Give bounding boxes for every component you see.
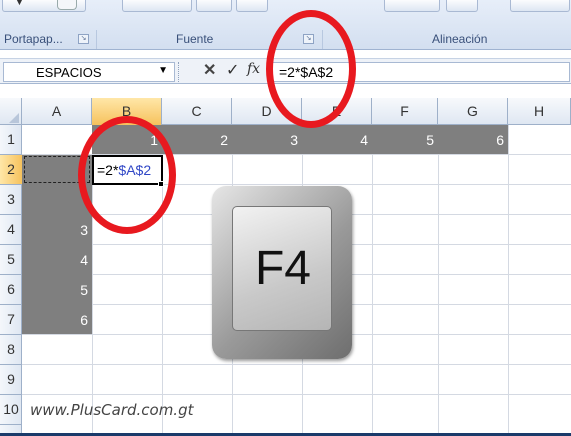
- enter-icon[interactable]: ✓: [226, 60, 239, 80]
- font-combo[interactable]: [122, 0, 192, 12]
- format-painter-icon[interactable]: [57, 0, 77, 10]
- insert-function-icon[interactable]: fx: [247, 61, 260, 77]
- name-box[interactable]: ESPACIOS ▼: [3, 62, 175, 82]
- row-header-1[interactable]: 1: [0, 125, 22, 155]
- row-header-5[interactable]: 5: [0, 245, 22, 275]
- orientation-button[interactable]: [446, 0, 478, 12]
- row-header-9[interactable]: 9: [0, 365, 22, 395]
- cell-g1[interactable]: 6: [438, 125, 508, 155]
- wrap-text-button[interactable]: [510, 0, 570, 12]
- row-header-8[interactable]: 8: [0, 335, 22, 365]
- gridline: [372, 125, 373, 436]
- cancel-icon[interactable]: ✕: [203, 60, 216, 80]
- chevron-down-icon[interactable]: ▼: [158, 65, 168, 76]
- row-header-4[interactable]: 4: [0, 215, 22, 245]
- excel-window: ▼ Portapap... ↘ Fuente ↘ Alineación ESPA…: [0, 0, 571, 436]
- cell-a6[interactable]: 5: [22, 275, 92, 305]
- row-header-10[interactable]: 10: [0, 395, 22, 425]
- gridline: [438, 125, 439, 436]
- f4-key-graphic: F4: [212, 186, 352, 359]
- clipboard-controls[interactable]: ▼: [2, 0, 86, 12]
- highlight-circle-cell: [78, 116, 176, 234]
- gridline: [508, 125, 509, 436]
- select-all-button[interactable]: [0, 98, 22, 125]
- grow-font-button[interactable]: [236, 0, 268, 12]
- select-all-icon: [9, 113, 19, 123]
- column-header-h[interactable]: H: [508, 98, 571, 125]
- column-header-g[interactable]: G: [438, 98, 508, 125]
- gridline: [22, 364, 571, 365]
- f4-key-face: F4: [232, 206, 332, 331]
- row-header-2[interactable]: 2: [0, 155, 22, 185]
- column-header-c[interactable]: C: [162, 98, 232, 125]
- cell-c1[interactable]: 2: [162, 125, 232, 155]
- font-size-combo[interactable]: [196, 0, 232, 12]
- group-label-font: Fuente: [176, 32, 214, 46]
- row-header-3[interactable]: 3: [0, 185, 22, 215]
- group-label-alignment: Alineación: [432, 32, 488, 46]
- group-label-clipboard: Portapap...: [4, 32, 63, 46]
- dropdown-arrow-icon[interactable]: ▼: [15, 0, 24, 7]
- column-header-a[interactable]: A: [22, 98, 92, 125]
- gridline: [22, 394, 571, 395]
- clipboard-launcher-icon[interactable]: ↘: [78, 34, 89, 44]
- cell-d1[interactable]: 3: [232, 125, 302, 155]
- column-header-f[interactable]: F: [372, 98, 438, 125]
- cell-a4[interactable]: 3: [22, 215, 92, 245]
- cell-f1[interactable]: 5: [372, 125, 438, 155]
- name-box-value: ESPACIOS: [36, 65, 102, 80]
- cell-a7[interactable]: 6: [22, 305, 92, 335]
- align-combo[interactable]: [384, 0, 440, 12]
- row-header-7[interactable]: 7: [0, 305, 22, 335]
- group-separator: [96, 30, 97, 49]
- highlight-circle-formula: [266, 10, 356, 128]
- row-header-6[interactable]: 6: [0, 275, 22, 305]
- cell-a5[interactable]: 4: [22, 245, 92, 275]
- cell-e1[interactable]: 4: [302, 125, 372, 155]
- formula-bar-splitter[interactable]: [178, 62, 183, 82]
- watermark: www.PlusCard.com.gt: [30, 401, 194, 419]
- row-headers: 1 2 3 4 5 6 7 8 9 10: [0, 125, 22, 436]
- f4-key-label: F4: [254, 242, 311, 295]
